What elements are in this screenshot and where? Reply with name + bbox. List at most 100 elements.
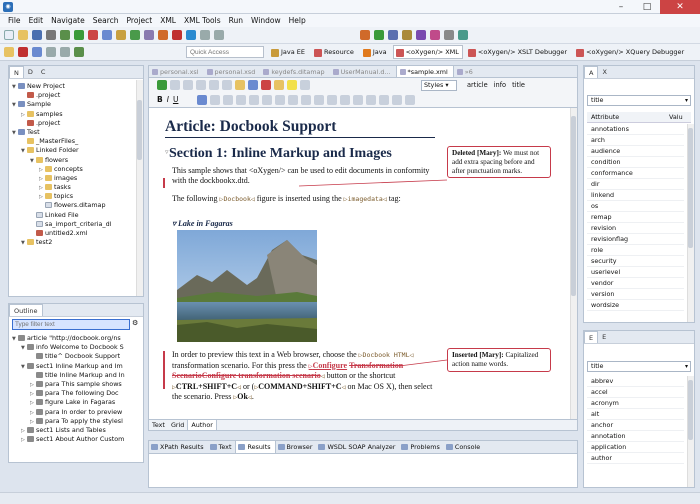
menu-file[interactable]: File — [4, 14, 25, 27]
open-folder-icon[interactable] — [18, 30, 28, 40]
editor-tab[interactable]: keydefs.ditamap — [260, 66, 329, 77]
tab-console[interactable]: C — [37, 66, 50, 78]
tab-browser[interactable]: Browser — [276, 441, 317, 453]
outline-item[interactable]: ▷ sect1 Lists and Tables — [12, 426, 143, 435]
outline-item[interactable]: ▷ para In order to preview — [12, 408, 143, 417]
attribute-row[interactable]: audience — [587, 146, 684, 157]
breadcrumb-info[interactable]: info — [494, 79, 506, 91]
outline-item[interactable]: ▼ sect1 Inline Markup and Im — [12, 362, 143, 371]
xpath-icon[interactable] — [416, 30, 426, 40]
tab-attributes[interactable]: A — [584, 66, 599, 78]
table-icon[interactable] — [288, 95, 298, 105]
perspective-oxygen-xml[interactable]: <oXygen/> XML — [392, 45, 463, 59]
bold-button[interactable]: B — [157, 95, 163, 104]
navigator-item[interactable]: untitled2.xml — [12, 229, 143, 238]
navigator-item[interactable]: ▼ test2 — [12, 238, 143, 247]
menu-help[interactable]: Help — [285, 14, 310, 27]
new-file-icon[interactable] — [4, 30, 14, 40]
insert-list-icon[interactable] — [196, 80, 206, 90]
insert-entity-icon[interactable] — [405, 95, 415, 105]
attribute-row[interactable]: revisionflag — [587, 234, 684, 245]
elements-select[interactable]: title — [587, 361, 691, 372]
perspective-xquery-debugger[interactable]: <oXygen/> XQuery Debugger — [573, 45, 688, 59]
reject-change-icon[interactable] — [261, 80, 271, 90]
menu-xml[interactable]: XML — [156, 14, 180, 27]
menu-edit[interactable]: Edit — [25, 14, 48, 27]
editor-scrollbar[interactable] — [570, 108, 577, 419]
print-icon[interactable] — [46, 30, 56, 40]
attribute-row[interactable]: annotations — [587, 124, 684, 135]
attributes-scrollbar[interactable] — [687, 124, 694, 322]
deleted-comment[interactable]: Deleted [Mary]: We must not add extra sp… — [447, 146, 551, 179]
add-comment-icon[interactable] — [274, 80, 284, 90]
tab-results[interactable]: Results — [235, 440, 276, 454]
attribute-row[interactable]: userlevel — [587, 267, 684, 278]
tab-dita-maps[interactable]: D — [24, 66, 37, 78]
history-forward-icon[interactable] — [60, 47, 70, 57]
navigator-item[interactable]: ▷ samples — [12, 110, 143, 119]
navigator-scrollbar[interactable] — [136, 80, 143, 296]
delete-row-icon[interactable] — [353, 95, 363, 105]
perspective-resource[interactable]: Resource — [311, 45, 358, 59]
search-icon[interactable] — [144, 30, 154, 40]
mode-grid-tab[interactable]: Grid — [168, 420, 187, 430]
tab-xpath-results[interactable]: XPath Results — [149, 441, 208, 453]
close-icon[interactable]: ✕ — [660, 0, 700, 14]
subscript-icon[interactable] — [210, 95, 220, 105]
link-insert-icon[interactable] — [222, 80, 232, 90]
attribute-row[interactable]: os — [587, 201, 684, 212]
tab-entities[interactable]: E — [598, 331, 610, 343]
track-changes-icon[interactable] — [430, 30, 440, 40]
element-row[interactable]: abbrev — [587, 376, 684, 387]
table-properties-icon[interactable] — [379, 95, 389, 105]
outline-item[interactable]: ▷ sect1 About Author Custom — [12, 435, 143, 444]
tab-wsdl-soap-analyzer[interactable]: WSDL SOAP Analyzer — [316, 441, 399, 453]
ordered-list-icon[interactable] — [236, 95, 246, 105]
navigator-item[interactable]: ▼ flowers — [12, 156, 143, 165]
maximize-icon[interactable]: □ — [634, 0, 660, 14]
new-package-icon[interactable] — [116, 30, 126, 40]
tab-elements[interactable]: E — [584, 331, 599, 343]
transform-icon[interactable] — [158, 30, 168, 40]
navigator-item[interactable]: ▼ Linked Folder — [12, 146, 143, 155]
outline-item[interactable]: ▼ info Welcome to Docbook S — [12, 343, 143, 352]
attribute-row[interactable]: wordsize — [587, 300, 684, 311]
breadcrumb-title[interactable]: title — [512, 79, 525, 91]
unordered-list-icon[interactable] — [249, 95, 259, 105]
menu-xml-tools[interactable]: XML Tools — [180, 14, 225, 27]
attribute-row[interactable]: role — [587, 245, 684, 256]
outline-item[interactable]: ▷ figure Lake in Fagaras — [12, 398, 143, 407]
tab-console[interactable]: Console — [444, 441, 484, 453]
save-icon[interactable] — [32, 30, 42, 40]
navigator-item[interactable]: flowers.ditamap — [12, 201, 143, 210]
element-row[interactable]: anchor — [587, 420, 684, 431]
tab-text[interactable]: Text — [208, 441, 236, 453]
menu-window[interactable]: Window — [247, 14, 285, 27]
underline-button[interactable]: U — [173, 95, 179, 104]
element-row[interactable]: application — [587, 442, 684, 453]
apply-scenario-icon[interactable] — [374, 30, 384, 40]
navigator-item[interactable]: ▼ Sample — [12, 100, 143, 109]
code-icon[interactable] — [262, 95, 272, 105]
mode-author-tab[interactable]: Author — [187, 420, 217, 430]
navigator-item[interactable]: ▼ Test — [12, 128, 143, 137]
editor-tab[interactable]: UserManual.d... — [330, 66, 396, 77]
outline-item[interactable]: ▷ para The following Doc — [12, 389, 143, 398]
link-icon[interactable] — [197, 95, 207, 105]
element-row[interactable]: accel — [587, 387, 684, 398]
join-cells-icon[interactable] — [327, 95, 337, 105]
outline-item[interactable]: ▼ article "http://docbook.org/ns — [12, 334, 143, 343]
attributes-element-select[interactable]: title — [587, 95, 691, 106]
element-row[interactable]: annotation — [587, 431, 684, 442]
element-row[interactable]: acronym — [587, 398, 684, 409]
open-type-icon[interactable] — [74, 47, 84, 57]
debug-xslt-icon[interactable] — [388, 30, 398, 40]
breadcrumb-article[interactable]: article — [467, 79, 488, 91]
menu-search[interactable]: Search — [89, 14, 123, 27]
insert-table-icon[interactable] — [209, 80, 219, 90]
element-row[interactable]: alt — [587, 409, 684, 420]
attribute-row[interactable]: revision — [587, 223, 684, 234]
navigator-item[interactable]: ▷ concepts — [12, 165, 143, 174]
attribute-row[interactable]: dir — [587, 179, 684, 190]
editor-tab[interactable]: personal.xsd — [204, 66, 261, 77]
